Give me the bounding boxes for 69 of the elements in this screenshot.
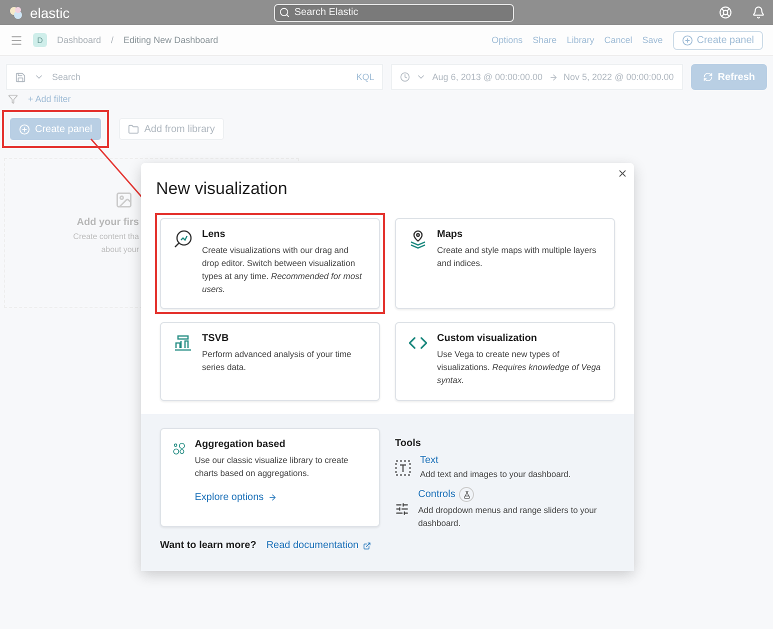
save-icon bbox=[15, 72, 26, 82]
folder-icon bbox=[128, 124, 140, 134]
search-placeholder: Search Elastic bbox=[294, 7, 358, 18]
create-panel-button[interactable]: Create panel bbox=[2, 110, 110, 148]
plus-circle-icon bbox=[19, 124, 30, 134]
plus-circle-icon bbox=[682, 34, 693, 46]
nav-action-link[interactable]: Library bbox=[566, 35, 594, 45]
bar-chart-icon bbox=[173, 333, 193, 353]
refresh-button[interactable]: Refresh bbox=[690, 64, 767, 90]
explore-options-link[interactable]: Explore options bbox=[194, 492, 367, 503]
card-description: Use Vega to create new types of visualizations. Requires knowledge of Vega syntax. bbox=[437, 348, 602, 387]
card-title: Lens bbox=[202, 229, 226, 240]
filter-icon[interactable] bbox=[8, 94, 18, 104]
menu-icon[interactable] bbox=[10, 34, 23, 46]
end-date: Nov 5, 2022 @ 00:00:00.00 bbox=[564, 72, 674, 82]
nav-action-link[interactable]: Save bbox=[642, 35, 663, 45]
date-picker[interactable]: Aug 6, 2013 @ 00:00:00.00 Nov 5, 2022 @ 00:00:00.00 bbox=[391, 64, 683, 90]
lens-chart-icon bbox=[173, 229, 193, 249]
tool-description: Add dropdown menus and range sliders to your dashboard. bbox=[418, 504, 598, 530]
tool-link[interactable]: Text bbox=[420, 455, 438, 466]
nav-action-link[interactable]: Cancel bbox=[604, 35, 632, 45]
external-link-icon bbox=[362, 542, 371, 550]
query-field[interactable]: Search KQL bbox=[6, 64, 384, 90]
logo-icon bbox=[8, 4, 24, 20]
start-date: Aug 6, 2013 @ 00:00:00.00 bbox=[432, 72, 543, 82]
create-panel-button[interactable]: Create panel bbox=[672, 30, 763, 50]
arrow-right-icon bbox=[268, 493, 277, 502]
breadcrumb[interactable]: Editing New Dashboard bbox=[124, 35, 218, 45]
card-description: Perform advanced analysis of your time series data. bbox=[202, 348, 352, 374]
image-icon bbox=[115, 191, 133, 209]
close-icon[interactable] bbox=[617, 168, 628, 179]
breadcrumb[interactable]: Dashboard bbox=[57, 35, 102, 45]
add-filter-link[interactable]: + Add filter bbox=[28, 94, 71, 104]
text-box-icon bbox=[395, 460, 411, 476]
notification-icon[interactable] bbox=[752, 6, 765, 19]
space-avatar[interactable]: D bbox=[33, 33, 47, 47]
map-pin-layers-icon bbox=[408, 229, 428, 249]
empty-title: Add your firs bbox=[76, 217, 139, 228]
card-description: Use our classic visualize library to create charts based on aggregations. bbox=[194, 454, 350, 480]
beta-flask-icon bbox=[459, 487, 474, 502]
logo-text: elastic bbox=[30, 4, 70, 20]
query-placeholder: Search bbox=[52, 72, 81, 82]
empty-text: Create content tha bbox=[73, 232, 139, 241]
dialog-title: New visualization bbox=[156, 179, 288, 199]
nav-action-link[interactable]: Share bbox=[532, 35, 557, 45]
tool-link[interactable]: Controls bbox=[418, 489, 456, 500]
card-description: Create visualizations with our drag and drop editor. Switch between visualization types at any time. Recommended for most users. bbox=[202, 244, 363, 296]
language-toggle[interactable]: KQL bbox=[356, 72, 374, 82]
sliders-icon bbox=[395, 500, 410, 516]
aggregation-card[interactable]: Aggregation based Use our classic visualize library to create charts based on aggregations. Explore options bbox=[160, 428, 380, 527]
empty-text: about your bbox=[101, 245, 139, 254]
global-search-field[interactable]: Search Elastic bbox=[274, 4, 514, 22]
refresh-icon bbox=[702, 72, 713, 82]
nav-action-link[interactable]: Options bbox=[492, 35, 523, 45]
breadcrumb-separator: / bbox=[111, 35, 114, 45]
card-title: Aggregation based bbox=[194, 439, 286, 450]
tool-description: Add text and images to your dashboard. bbox=[420, 468, 571, 481]
tools-title: Tools bbox=[395, 438, 422, 449]
search-icon bbox=[279, 7, 290, 18]
clock-icon bbox=[400, 72, 410, 82]
documentation-link[interactable]: Read documentation bbox=[266, 540, 371, 551]
card-title: TSVB bbox=[202, 333, 230, 344]
card-description: Create and style maps with multiple layers and indices. bbox=[437, 244, 598, 270]
card-title: Custom visualization bbox=[437, 333, 538, 344]
card-title: Maps bbox=[437, 229, 464, 240]
visualization-card[interactable]: Lens Create visualizations with our drag and drop editor. Switch between visualization types at any time. Recommended for most users. bbox=[155, 213, 385, 314]
learn-more-text: Want to learn more? bbox=[160, 540, 256, 551]
arrow-right-icon bbox=[548, 72, 558, 82]
help-icon[interactable] bbox=[719, 6, 732, 19]
